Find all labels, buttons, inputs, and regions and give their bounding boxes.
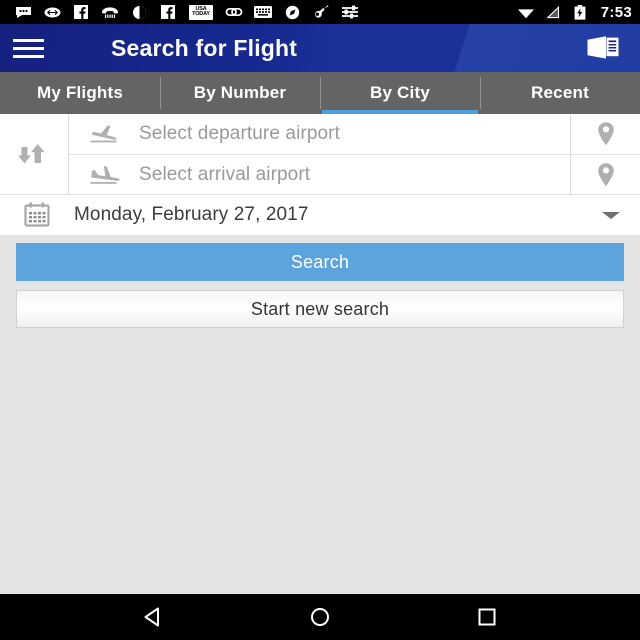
facebook-icon [72, 4, 90, 20]
home-circle-icon [310, 608, 329, 626]
departure-airport-input[interactable]: Select departure airport [69, 114, 570, 154]
tab-by-number[interactable]: By Number [160, 72, 320, 114]
music-icon [312, 4, 330, 20]
airport-fields-group: Select departure airport Select arrival … [0, 114, 640, 194]
arrival-map-pin-button[interactable] [571, 154, 640, 194]
usa-today-icon: USA TODAY [188, 4, 214, 20]
do-not-disturb-icon [130, 4, 148, 20]
hamburger-menu-icon[interactable] [0, 24, 56, 72]
location-pin-icon [597, 162, 614, 186]
status-bar: USA TODAY 7:53 [0, 0, 640, 24]
calendar-icon [22, 201, 52, 229]
location-pin-icon [597, 122, 614, 146]
facebook-messenger-icon [159, 4, 177, 20]
news-icon[interactable] [582, 24, 624, 72]
chevron-down-icon[interactable] [600, 208, 622, 222]
arrival-airport-placeholder: Select arrival airport [139, 163, 311, 185]
arrival-airport-input[interactable]: Select arrival airport [69, 154, 570, 194]
status-bar-system-icons: 7:53 [517, 4, 632, 21]
tab-my-flights[interactable]: My Flights [0, 72, 160, 114]
status-bar-notification-icons: USA TODAY [14, 4, 517, 20]
keyboard-icon [254, 4, 272, 20]
home-button[interactable] [293, 594, 347, 640]
tab-recent[interactable]: Recent [480, 72, 640, 114]
flight-takeoff-icon [87, 120, 131, 148]
selected-date-label: Monday, February 27, 2017 [74, 204, 309, 225]
app-bar: Search for Flight [0, 24, 640, 72]
equalizer-icon [341, 4, 359, 20]
back-triangle-icon [144, 607, 160, 627]
tab-label: By Number [193, 83, 287, 102]
messages-icon [14, 4, 32, 20]
status-bar-clock: 7:53 [600, 3, 632, 21]
map-pin-column [570, 114, 640, 194]
recent-apps-button[interactable] [460, 594, 514, 640]
tab-label: By City [370, 83, 430, 102]
tab-label: Recent [531, 83, 589, 102]
tab-by-city[interactable]: By City [320, 72, 480, 114]
departure-map-pin-button[interactable] [571, 114, 640, 154]
flight-land-icon [87, 161, 131, 189]
search-form: Select departure airport Select arrival … [0, 114, 640, 235]
tab-bar: My Flights By Number By City Recent [0, 72, 640, 114]
swap-airports-button[interactable] [0, 114, 68, 194]
content-empty-area [0, 328, 640, 594]
search-button[interactable]: Search [16, 243, 624, 281]
browser-icon [283, 4, 301, 20]
android-navigation-bar [0, 594, 640, 640]
phone-icon [101, 4, 119, 20]
departure-airport-placeholder: Select departure airport [139, 123, 340, 144]
battery-charging-icon [571, 4, 589, 20]
signal-off-icon [544, 4, 562, 20]
page-title: Search for Flight [111, 34, 298, 61]
wifi-icon [517, 4, 535, 20]
usa-today-label: USA TODAY [189, 4, 213, 20]
skype-icon [43, 4, 61, 20]
link-icon [225, 4, 243, 20]
phone-screen: USA TODAY 7:53 Search for Flight My Flig… [0, 0, 640, 640]
date-picker-row[interactable]: Monday, February 27, 2017 [0, 194, 640, 235]
airport-inputs-column: Select departure airport Select arrival … [68, 114, 570, 194]
action-buttons: Search Start new search [0, 235, 640, 328]
tab-label: My Flights [36, 83, 124, 102]
swap-arrows-icon [18, 144, 45, 164]
start-new-search-button[interactable]: Start new search [16, 290, 624, 328]
back-button[interactable] [126, 594, 180, 640]
recents-square-icon [478, 608, 496, 626]
